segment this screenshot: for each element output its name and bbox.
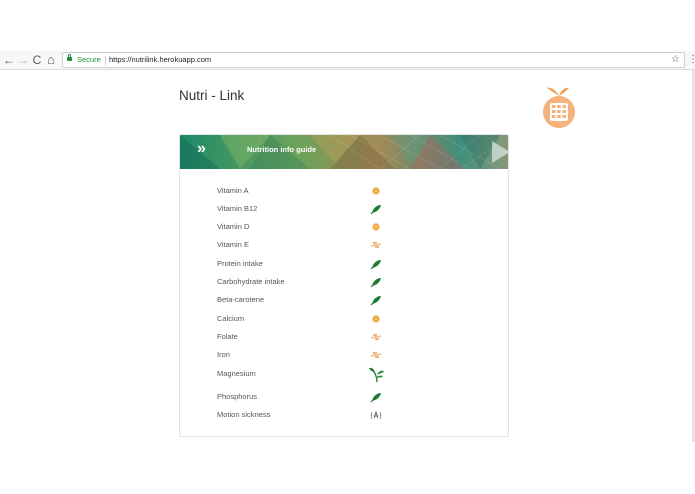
ginger-icon [369,408,383,422]
guide-item-calcium[interactable]: Calcium [217,312,477,326]
guide-item-protein-intake[interactable]: Protein intake [217,257,477,271]
guide-item-label: Magnesium [217,369,256,378]
guide-item-label: Vitamin A [217,186,249,195]
guide-item-carbohydrate-intake[interactable]: Carbohydrate intake [217,275,477,289]
guide-item-vitamin-e[interactable]: Vitamin E [217,238,477,252]
green-leaf-icon [369,293,383,307]
green-leaf-icon [369,257,383,271]
orange-dot-icon [369,312,383,326]
bookmark-star-icon[interactable]: ☆ [671,52,680,68]
guide-item-label: Vitamin B12 [217,204,258,213]
reload-icon[interactable]: C [30,52,44,68]
page-title: Nutri - Link [179,88,245,103]
orange-sprig-icon [369,330,383,344]
url-text[interactable]: https://nutrilink.herokuapp.com [109,53,211,67]
guide-item-label: Calcium [217,314,245,323]
guide-item-iron[interactable]: Iron [217,348,477,362]
guide-item-label: Carbohydrate intake [217,277,285,286]
browser-menu-icon[interactable]: ⋮ [688,52,695,68]
orange-sprig-icon [369,238,383,252]
guide-banner: » Nutrition info guide [180,135,508,169]
guide-item-phosphorus[interactable]: Phosphorus [217,390,477,404]
guide-item-label: Folate [217,332,238,341]
guide-item-folate[interactable]: Folate [217,330,477,344]
guide-item-label: Beta-carotene [217,295,265,304]
chevron-right-icon: » [197,140,206,157]
secure-label: Secure [77,55,101,64]
address-bar[interactable]: Secure https://nutrilink.herokuapp.com [62,52,685,68]
guide-item-label: Protein intake [217,259,263,268]
green-leaf-icon [369,202,383,216]
green-plant-icon [369,365,384,383]
guide-item-label: Phosphorus [217,392,258,401]
home-icon[interactable]: ⌂ [44,52,58,68]
guide-item-label: Iron [217,350,230,359]
orange-calculator-icon[interactable] [541,84,577,128]
guide-item-label: Vitamin D [217,222,250,231]
nutrition-guide-card: » Nutrition info guide Vitamin A Vitamin … [179,134,509,437]
guide-item-label: Motion sickness [217,410,271,419]
lock-icon [67,54,72,61]
guide-item-label: Vitamin E [217,240,249,249]
guide-item-magnesium[interactable]: Magnesium [217,365,477,383]
forward-arrow-icon[interactable]: → [16,52,30,68]
green-leaf-icon [369,275,383,289]
guide-item-vitamin-b12[interactable]: Vitamin B12 [217,202,477,216]
guide-item-beta-carotene[interactable]: Beta-carotene [217,293,477,307]
guide-item-motion-sickness[interactable]: Motion sickness [217,408,477,422]
orange-dot-icon [369,220,383,234]
address-separator [105,56,106,65]
orange-dot-icon [369,184,383,198]
guide-item-vitamin-a[interactable]: Vitamin A [217,184,477,198]
back-arrow-icon[interactable]: ← [2,52,16,68]
green-leaf-icon [369,390,383,404]
guide-title: Nutrition info guide [247,145,317,154]
browser-toolbar: ← → C ⌂ Secure https://nutrilink.herokua… [0,51,695,70]
orange-sprig-icon [369,348,383,362]
guide-item-vitamin-d[interactable]: Vitamin D [217,220,477,234]
